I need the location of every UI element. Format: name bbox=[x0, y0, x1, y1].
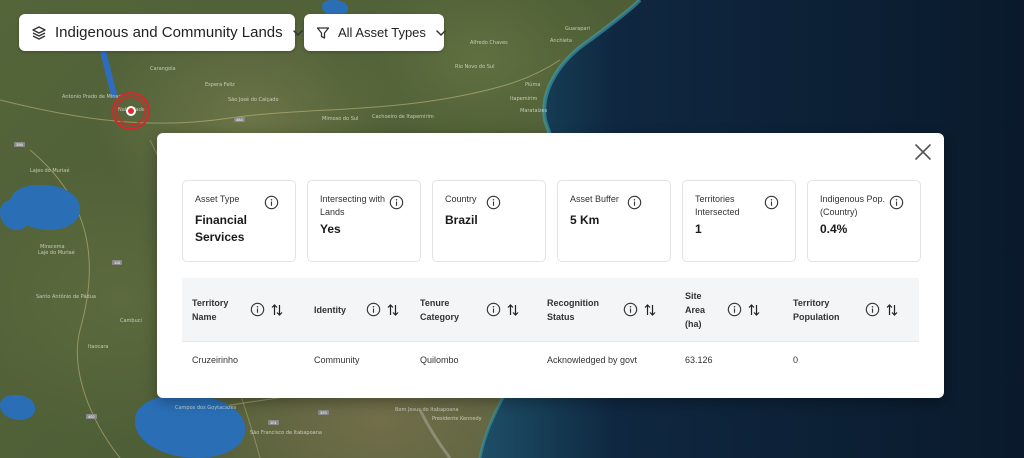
map-place-label: Antonio Prado de Minas bbox=[62, 94, 122, 100]
map-place-label: Bom Jesus do Itabapoana bbox=[395, 407, 459, 413]
filter-icon bbox=[316, 26, 330, 40]
layer-select-dropdown[interactable]: Indigenous and Community Lands bbox=[19, 14, 303, 51]
card-value: 0.4% bbox=[820, 222, 848, 236]
column-header-territory-name: Territory Name bbox=[182, 278, 304, 341]
map-place-label: São Francisco de Itabapoana bbox=[250, 430, 322, 436]
card-label: Asset Type bbox=[195, 194, 240, 204]
map-place-label: Anchieta bbox=[550, 38, 572, 44]
map-place-label: Rio Novo do Sul bbox=[455, 64, 495, 70]
map-place-label: Santo Antônio de Pádua bbox=[36, 294, 96, 300]
card-intersecting-with-lands: Intersecting with Lands Yes bbox=[307, 180, 421, 262]
column-header-label: Territory Name bbox=[192, 297, 229, 322]
map-place-label: Alfredo Chaves bbox=[470, 40, 508, 46]
close-button[interactable] bbox=[912, 141, 934, 163]
cell-tenure-category: Quilombo bbox=[420, 354, 459, 365]
column-header-label: Identity bbox=[314, 304, 347, 315]
map-place-label: Itaocara bbox=[88, 344, 109, 350]
column-header-label: Territory Population bbox=[793, 297, 840, 322]
column-header-label: Site Area (ha) bbox=[685, 290, 706, 329]
card-value: Financial Services bbox=[195, 213, 248, 244]
territories-table: Territory Name Identity Tenure Category … bbox=[182, 278, 919, 377]
cell-territory-name: Cruzeirinho bbox=[192, 354, 239, 365]
info-icon[interactable] bbox=[366, 302, 381, 317]
layers-icon bbox=[31, 25, 47, 41]
info-icon[interactable] bbox=[727, 302, 742, 317]
marker-dot bbox=[126, 106, 136, 116]
info-icon[interactable] bbox=[389, 195, 404, 215]
road-number-badge: 356 bbox=[14, 142, 25, 147]
asset-details-modal: Asset Type Financial Services Intersecti… bbox=[157, 133, 944, 398]
card-label: Country bbox=[445, 194, 477, 204]
info-icon[interactable] bbox=[486, 195, 501, 215]
map-place-label: Mimoso do Sul bbox=[322, 116, 359, 122]
map-place-label: Presidente Kennedy bbox=[432, 416, 482, 422]
chevron-down-icon bbox=[434, 26, 448, 40]
map-place-label: Itapemirim bbox=[510, 96, 538, 102]
sort-icon[interactable] bbox=[507, 303, 519, 317]
map-place-label: Lajes do Muriaé bbox=[30, 168, 70, 174]
chevron-down-icon bbox=[291, 26, 305, 40]
map-place-label: Guarapari bbox=[565, 26, 590, 32]
info-icon[interactable] bbox=[486, 302, 501, 317]
info-icon[interactable] bbox=[623, 302, 638, 317]
cell-identity: Community bbox=[314, 354, 360, 365]
map-place-label: Miracema bbox=[40, 244, 65, 250]
asset-location-marker[interactable] bbox=[112, 92, 150, 130]
cell-territory-population: 0 bbox=[793, 354, 799, 365]
cell-site-area: 63.126 bbox=[685, 354, 713, 365]
map-place-label: Cachoeiro de Itapemirim bbox=[372, 114, 434, 120]
card-value: Yes bbox=[320, 222, 341, 236]
map-place-label: São José do Calçado bbox=[228, 97, 279, 103]
map-place-label: Laje do Muriaé bbox=[38, 250, 75, 256]
cell-recognition-status: Acknowledged by govt bbox=[547, 354, 638, 365]
column-header-site-area: Site Area (ha) bbox=[675, 278, 783, 341]
table-header: Territory Name Identity Tenure Category … bbox=[182, 278, 919, 341]
card-value: 5 Km bbox=[570, 213, 600, 227]
info-icon[interactable] bbox=[865, 302, 880, 317]
road-number-badge: 116 bbox=[112, 260, 123, 265]
road-number-badge: 393 bbox=[318, 410, 329, 415]
column-header-label: Tenure Category bbox=[420, 297, 460, 322]
road-number-badge: 484 bbox=[234, 117, 245, 122]
sort-icon[interactable] bbox=[644, 303, 656, 317]
map-place-label: Carangola bbox=[150, 66, 176, 72]
info-icon[interactable] bbox=[627, 195, 642, 215]
card-indigenous-population: Indigenous Pop. (Country) 0.4% bbox=[807, 180, 921, 262]
info-icon[interactable] bbox=[764, 195, 779, 215]
column-header-territory-population: Territory Population bbox=[783, 278, 919, 341]
card-label: Territories Intersected bbox=[695, 194, 740, 217]
column-header-tenure-category: Tenure Category bbox=[410, 278, 537, 341]
column-header-identity: Identity bbox=[304, 278, 410, 341]
sort-icon[interactable] bbox=[271, 303, 283, 317]
map-place-label: Cambuci bbox=[120, 318, 142, 324]
sort-icon[interactable] bbox=[748, 303, 760, 317]
sort-icon[interactable] bbox=[387, 303, 399, 317]
info-icon[interactable] bbox=[264, 195, 279, 215]
map-place-label: Espera Feliz bbox=[205, 82, 235, 88]
map-place-label: Piúma bbox=[525, 82, 541, 88]
asset-type-filter-label: All Asset Types bbox=[338, 25, 426, 40]
sort-icon[interactable] bbox=[886, 303, 898, 317]
column-header-label: Recognition Status bbox=[547, 297, 599, 322]
column-header-recognition-status: Recognition Status bbox=[537, 278, 675, 341]
map-place-label: Marataízes bbox=[520, 108, 548, 114]
info-icon[interactable] bbox=[250, 302, 265, 317]
close-icon bbox=[912, 144, 934, 167]
card-asset-buffer: Asset Buffer 5 Km bbox=[557, 180, 671, 262]
card-value: 1 bbox=[695, 222, 702, 236]
card-country: Country Brazil bbox=[432, 180, 546, 262]
card-territories-intersected: Territories Intersected 1 bbox=[682, 180, 796, 262]
summary-cards: Asset Type Financial Services Intersecti… bbox=[182, 180, 921, 262]
asset-type-filter-dropdown[interactable]: All Asset Types bbox=[304, 14, 446, 51]
road-number-badge: 101 bbox=[268, 420, 279, 425]
info-icon[interactable] bbox=[889, 195, 904, 215]
table-row[interactable]: Cruzeirinho Community Quilombo Acknowled… bbox=[182, 341, 919, 377]
card-label: Indigenous Pop. (Country) bbox=[820, 194, 886, 217]
road-number-badge: 492 bbox=[86, 414, 97, 419]
layer-select-label: Indigenous and Community Lands bbox=[55, 24, 283, 41]
card-asset-type: Asset Type Financial Services bbox=[182, 180, 296, 262]
card-label: Intersecting with Lands bbox=[320, 194, 386, 217]
map-place-label: Campos dos Goytacazes bbox=[175, 405, 237, 411]
